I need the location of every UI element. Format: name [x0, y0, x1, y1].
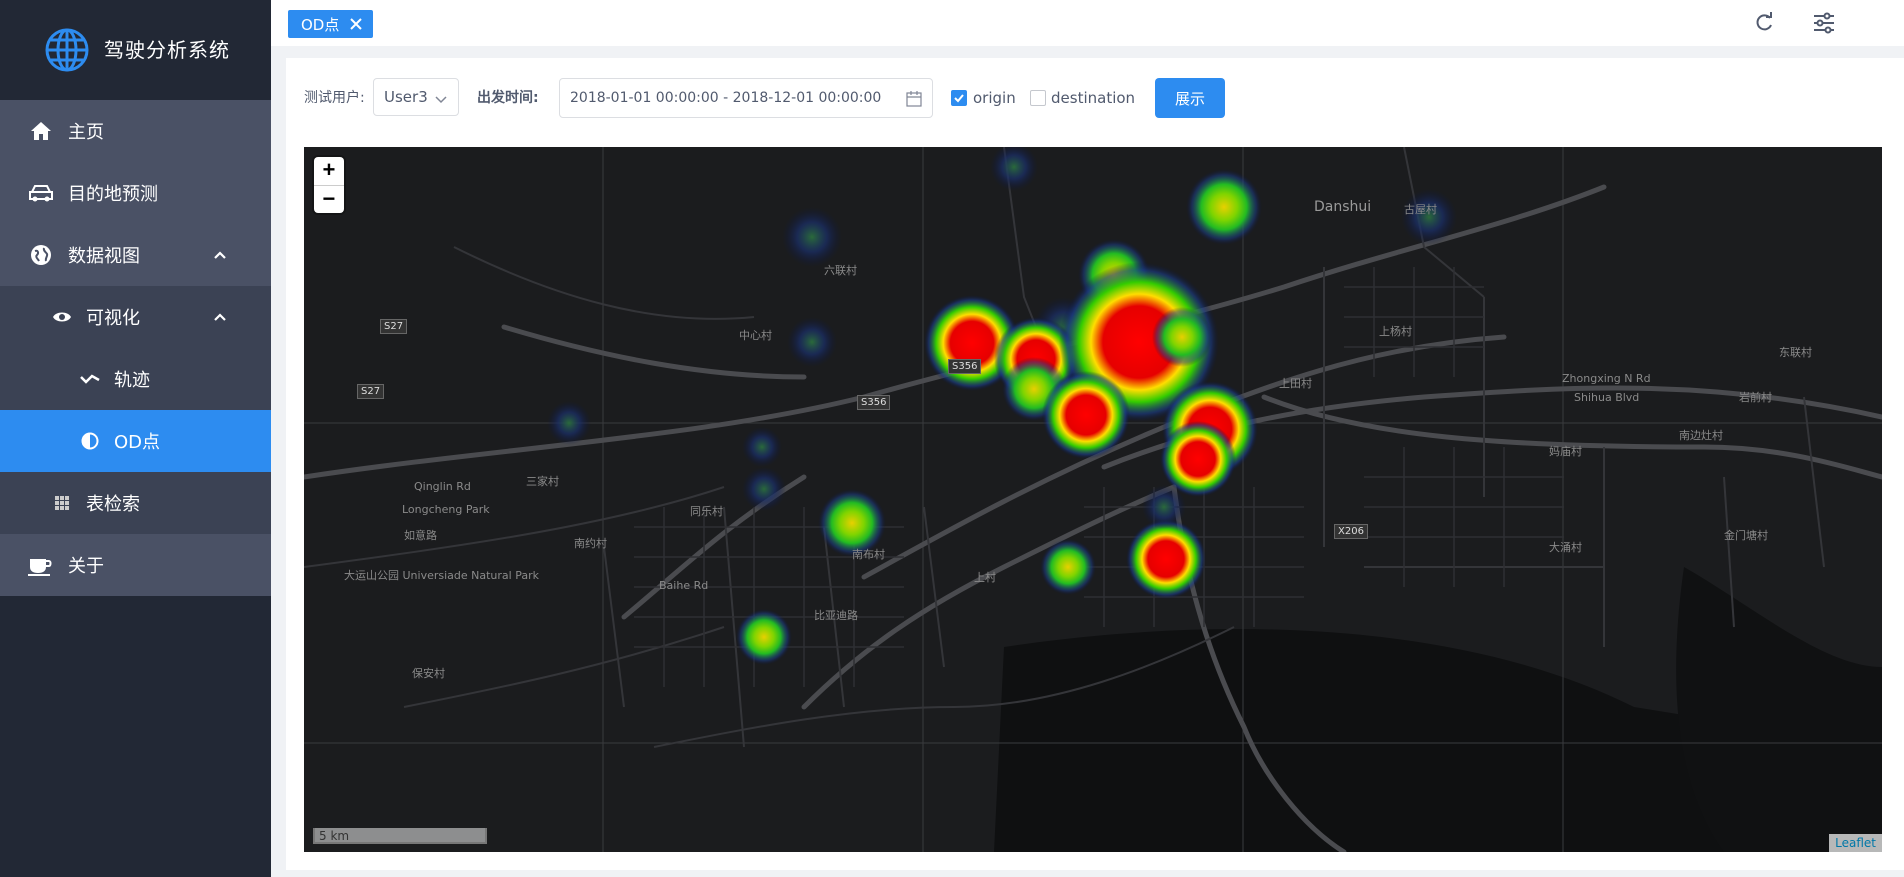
place-label: 三家村: [526, 475, 559, 488]
globe-logo-icon: [45, 28, 89, 72]
filter-bar: 测试用户: User3 出发时间: 2018-01-01 00:00:00 - …: [286, 78, 1886, 118]
calendar-icon: [906, 91, 922, 107]
place-label: 大运山公园 Universiade Natural Park: [344, 569, 539, 582]
sidebar-item-label: 目的地预测: [68, 184, 158, 205]
od-heatmap[interactable]: Danshui 古屋村 六联村 中心村 上杨村 上田村 东联村 岩前村 南边灶村…: [304, 147, 1882, 852]
road-shield: S356: [857, 395, 891, 410]
attribution-link[interactable]: Leaflet: [1829, 834, 1882, 852]
place-label: 大涌村: [1549, 541, 1582, 554]
globe-icon: [28, 242, 54, 268]
place-label: 妈庙村: [1549, 445, 1582, 458]
origin-checkbox[interactable]: [951, 90, 967, 106]
place-label: 金门塘村: [1724, 529, 1768, 542]
sidebar: 驾驶分析系统 主页 目的地预测 数据视图 可视化 轨迹 OD点 表检索 关于: [0, 0, 271, 877]
content-card: 测试用户: User3 出发时间: 2018-01-01 00:00:00 - …: [286, 58, 1904, 870]
place-label: 南布村: [852, 548, 885, 561]
zoom-out-button[interactable]: −: [314, 186, 344, 214]
sidebar-item-label: 数据视图: [68, 246, 140, 267]
contrast-icon: [80, 431, 100, 451]
place-label: 如意路: [404, 529, 437, 542]
sidebar-item-trajectory[interactable]: 轨迹: [0, 348, 271, 410]
user-label: 测试用户:: [304, 90, 365, 106]
sidebar-item-data-view[interactable]: 数据视图: [0, 224, 271, 286]
sidebar-item-label: 轨迹: [114, 370, 150, 391]
sidebar-item-table-search[interactable]: 表检索: [0, 472, 271, 534]
place-label: 上田村: [1279, 377, 1312, 390]
app-title: 驾驶分析系统: [104, 38, 230, 62]
refresh-icon[interactable]: [1753, 12, 1775, 34]
place-label: 南边灶村: [1679, 429, 1723, 442]
sidebar-item-label: 可视化: [86, 308, 140, 329]
sidebar-item-od-points[interactable]: OD点: [0, 410, 271, 472]
place-label: Baihe Rd: [659, 579, 709, 592]
chevron-up-icon: [214, 251, 226, 259]
car-icon: [28, 180, 54, 206]
place-label: Danshui: [1314, 199, 1372, 215]
place-label: 六联村: [824, 264, 857, 277]
check-icon: [954, 94, 964, 103]
sidebar-item-label: 主页: [68, 122, 104, 143]
show-button[interactable]: 展示: [1155, 78, 1225, 118]
place-label: 古屋村: [1404, 203, 1437, 216]
place-label: Qinglin Rd: [414, 480, 471, 493]
zoom-control: + −: [314, 157, 344, 213]
place-label: Zhongxing N Rd: [1562, 372, 1651, 385]
sidebar-item-label: 关于: [68, 556, 104, 577]
destination-label: destination: [1051, 89, 1136, 107]
place-label: 上村: [974, 571, 996, 584]
user-select[interactable]: User3: [373, 78, 459, 116]
close-icon[interactable]: [349, 17, 363, 31]
road-shield: S356: [948, 359, 982, 374]
scale-bar: 5 km: [313, 828, 487, 844]
sidebar-item-about[interactable]: 关于: [0, 534, 271, 596]
origin-label: origin: [973, 89, 1016, 107]
user-select-value: User3: [384, 88, 428, 106]
sidebar-item-visualization[interactable]: 可视化: [0, 286, 271, 348]
place-label: 比亚迪路: [814, 609, 858, 622]
tab-od-points[interactable]: OD点: [288, 10, 374, 38]
trajectory-icon: [80, 369, 100, 389]
tab-label: OD点: [301, 15, 340, 34]
sidebar-item-label: 表检索: [86, 494, 140, 515]
home-icon: [28, 118, 54, 144]
date-range-picker[interactable]: 2018-01-01 00:00:00 - 2018-12-01 00:00:0…: [559, 78, 933, 118]
place-label: 中心村: [739, 329, 772, 342]
place-label: 上杨村: [1379, 325, 1412, 338]
road-shield: X206: [1334, 524, 1368, 539]
eye-icon: [52, 307, 72, 327]
place-label: 东联村: [1779, 346, 1812, 359]
sidebar-item-home[interactable]: 主页: [0, 100, 271, 162]
top-header: OD点: [271, 0, 1904, 46]
zoom-in-button[interactable]: +: [314, 157, 344, 186]
destination-checkbox[interactable]: [1030, 90, 1046, 106]
sidebar-item-label: OD点: [114, 432, 161, 453]
grid-icon: [52, 493, 72, 513]
place-label: 保安村: [412, 667, 445, 680]
place-label: Shihua Blvd: [1574, 391, 1640, 404]
chevron-up-icon: [214, 313, 226, 321]
place-label: 岩前村: [1739, 391, 1772, 404]
coffee-icon: [28, 552, 54, 578]
logo-area: 驾驶分析系统: [0, 0, 271, 100]
place-label: Longcheng Park: [402, 503, 490, 516]
date-range-value: 2018-01-01 00:00:00 - 2018-12-01 00:00:0…: [570, 90, 882, 106]
place-label: 南约村: [574, 537, 607, 550]
sidebar-menu: 主页 目的地预测 数据视图 可视化 轨迹 OD点 表检索 关于: [0, 100, 271, 596]
road-shield: S27: [380, 319, 408, 334]
settings-sliders-icon[interactable]: [1813, 12, 1835, 34]
time-label: 出发时间:: [477, 90, 539, 106]
sidebar-item-destination-prediction[interactable]: 目的地预测: [0, 162, 271, 224]
map-tiles: [304, 147, 1882, 852]
chevron-down-icon: [435, 96, 447, 104]
place-label: 同乐村: [690, 505, 723, 518]
road-shield: S27: [357, 384, 385, 399]
